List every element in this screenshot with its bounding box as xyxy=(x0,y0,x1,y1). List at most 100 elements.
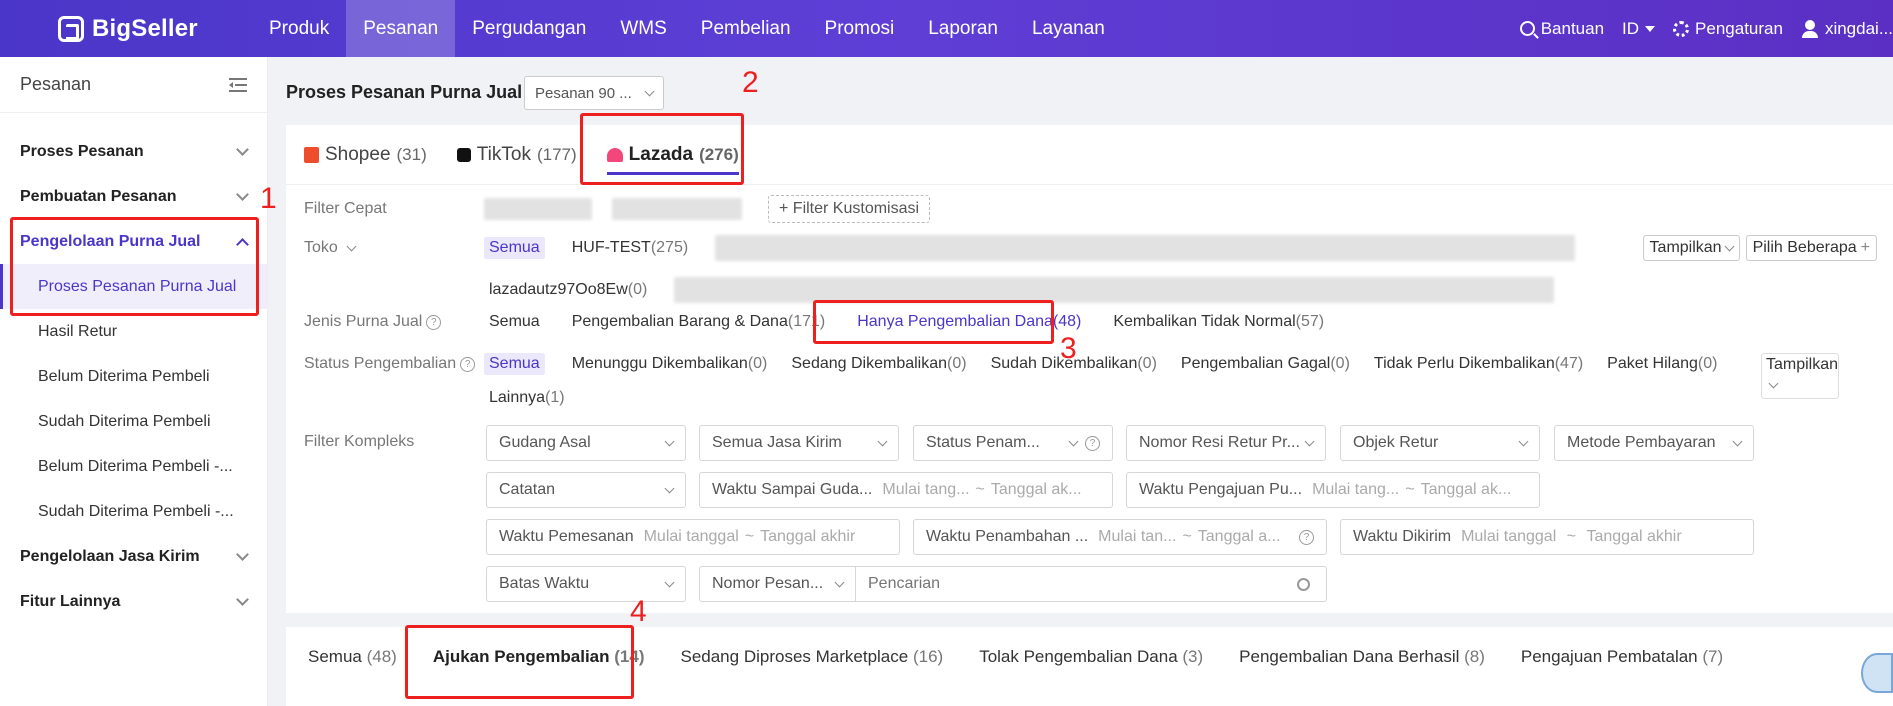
chevron-down-icon xyxy=(236,547,249,561)
status-show-button[interactable]: Tampilkan xyxy=(1761,353,1839,399)
nav-layanan[interactable]: Layanan xyxy=(1015,0,1122,57)
nav-pesanan[interactable]: Pesanan xyxy=(346,0,456,57)
tab-label: TikTok xyxy=(476,143,531,165)
order-time-range[interactable]: Waktu Pemesanan Mulai tanggal ~ Tanggal ak… xyxy=(486,519,900,555)
settings-label: Pengaturan xyxy=(1695,18,1783,38)
status-opt-failed[interactable]: Pengembalian Gagal(0) xyxy=(1176,353,1355,375)
status-tab-all[interactable]: Semua (48) xyxy=(308,647,397,667)
status-opt-other[interactable]: Lainnya(1) xyxy=(484,387,570,409)
store-opt-lazadautz[interactable]: lazadautz97Oo8Ew(0) xyxy=(484,279,652,301)
annotation-number-2: 2 xyxy=(742,66,759,99)
order-time-label: Waktu Pemesanan xyxy=(499,528,634,545)
user-menu[interactable]: xingdai... xyxy=(1801,19,1893,39)
brand-logo[interactable]: BigSeller xyxy=(58,14,198,44)
status-opt-returning[interactable]: Sedang Dikembalikan(0) xyxy=(786,353,971,375)
status-tab-refund-rejected[interactable]: Tolak Pengembalian Dana (3) xyxy=(979,647,1203,667)
sidebar-group-fitur-lainnya[interactable]: Fitur Lainnya xyxy=(0,579,267,624)
deadline-value: Batas Waktu xyxy=(499,575,590,592)
sidebar-item-belum-diterima-2[interactable]: Belum Diterima Pembeli -... xyxy=(0,444,267,489)
nav-laporan[interactable]: Laporan xyxy=(911,0,1015,57)
return-status-row-2: Lainnya(1) xyxy=(484,387,592,409)
chevron-down-icon xyxy=(236,592,249,606)
tab-shopee[interactable]: Shopee (31) xyxy=(304,125,427,185)
warehouse-select[interactable]: Gudang Asal xyxy=(486,425,686,461)
nav-pergudangan[interactable]: Pergudangan xyxy=(455,0,603,57)
status-tab-refund-success[interactable]: Pengembalian Dana Berhasil (8) xyxy=(1239,647,1485,667)
chevron-down-icon xyxy=(664,436,675,446)
arrival-time-range[interactable]: Waktu Sampai Guda... Mulai tang... ~ Tangg… xyxy=(699,472,1113,508)
shipped-time-range[interactable]: Waktu Dikirim Mulai tanggal ~ Tanggal ak… xyxy=(1340,519,1754,555)
range-end: Tanggal a... xyxy=(1197,528,1281,545)
status-tab-processing[interactable]: Sedang Diproses Marketplace (16) xyxy=(680,647,943,667)
help-icon[interactable]: ? xyxy=(460,356,476,372)
receive-status-value: Status Penam... xyxy=(926,434,1040,451)
blurred-quick-filter[interactable] xyxy=(612,198,742,220)
pick-many-button[interactable]: Pilih Beberapa + xyxy=(1745,235,1877,261)
type-opt-abnormal-return[interactable]: Kembalikan Tidak Normal(57) xyxy=(1108,311,1329,333)
sidebar-group-proses-pesanan[interactable]: Proses Pesanan xyxy=(0,129,267,174)
order-search-input[interactable] xyxy=(856,568,1297,600)
annotation-number-4: 4 xyxy=(630,595,647,628)
return-tracking-select[interactable]: Nomor Resi Retur Pr... xyxy=(1126,425,1326,461)
nav-pembelian[interactable]: Pembelian xyxy=(684,0,808,57)
annotation-box-3 xyxy=(813,300,1054,344)
status-opt-waiting[interactable]: Menunggu Dikembalikan(0) xyxy=(567,353,773,375)
nav-promosi[interactable]: Promosi xyxy=(808,0,912,57)
type-opt-all[interactable]: Semua xyxy=(484,311,545,333)
support-avatar[interactable] xyxy=(1861,653,1893,693)
range-start: Mulai tan... xyxy=(1098,528,1177,545)
payment-method-select[interactable]: Metode Pembayaran xyxy=(1554,425,1754,461)
sidebar: Pesanan Proses Pesanan Pembuatan Pesanan… xyxy=(0,57,268,706)
language-select[interactable]: ID xyxy=(1622,19,1656,39)
sidebar-group-jasa-kirim[interactable]: Pengelolaan Jasa Kirim xyxy=(0,534,267,579)
store-show-button[interactable]: Tampilkan xyxy=(1642,235,1740,261)
help-icon[interactable]: ? xyxy=(1299,529,1314,545)
sidebar-item-belum-diterima[interactable]: Belum Diterima Pembeli xyxy=(0,354,267,399)
annotation-box-2 xyxy=(580,113,744,185)
quick-filter-label: Filter Cepat xyxy=(304,200,387,217)
store-opt-huf-test[interactable]: HUF-TEST(275) xyxy=(567,237,693,259)
payment-method-value: Metode Pembayaran xyxy=(1567,434,1716,451)
store-opt-all[interactable]: Semua xyxy=(484,237,545,259)
status-opt-lost[interactable]: Paket Hilang(0) xyxy=(1602,353,1722,375)
range-end: Tanggal ak... xyxy=(1420,481,1512,498)
top-navbar: BigSeller Produk Pesanan Pergudangan WMS… xyxy=(0,0,1893,57)
status-tab-cancel-request[interactable]: Pengajuan Pembatalan (7) xyxy=(1521,647,1723,667)
search-type-value: Nomor Pesan... xyxy=(712,575,824,592)
help-icon[interactable]: ? xyxy=(426,314,442,330)
deadline-select[interactable]: Batas Waktu xyxy=(486,566,686,602)
status-opt-all[interactable]: Semua xyxy=(484,353,545,375)
nav-produk[interactable]: Produk xyxy=(252,0,346,57)
submit-time-range[interactable]: Waktu Pengajuan Pu... Mulai tang... ~ Tang… xyxy=(1126,472,1540,508)
brand-name: BigSeller xyxy=(92,15,198,42)
settings-link[interactable]: Pengaturan xyxy=(1673,19,1783,39)
order-range-select[interactable]: Pesanan 90 ... xyxy=(524,76,664,110)
return-object-value: Objek Retur xyxy=(1353,434,1439,451)
return-object-select[interactable]: Objek Retur xyxy=(1340,425,1540,461)
search-type-select[interactable]: Nomor Pesan... xyxy=(700,567,856,601)
help-icon[interactable]: ? xyxy=(1085,435,1100,451)
tab-tiktok[interactable]: TikTok (177) xyxy=(456,125,577,185)
sidebar-item-sudah-diterima-2[interactable]: Sudah Diterima Pembeli -... xyxy=(0,489,267,534)
courier-value: Semua Jasa Kirim xyxy=(712,434,842,451)
receive-status-select[interactable]: Status Penam... ? xyxy=(913,425,1113,461)
custom-filter-label: Filter Kustomisasi xyxy=(792,200,920,217)
complex-filter-label: Filter Kompleks xyxy=(304,433,415,450)
chevron-down-icon xyxy=(1724,241,1735,251)
type-opt-return-refund[interactable]: Pengembalian Barang & Dana(171) xyxy=(567,311,831,333)
sidebar-group-pembuatan-pesanan[interactable]: Pembuatan Pesanan xyxy=(0,174,267,219)
annotation-number-3: 3 xyxy=(1060,332,1077,365)
nav-wms[interactable]: WMS xyxy=(603,0,683,57)
status-opt-no-return[interactable]: Tidak Perlu Dikembalikan(47) xyxy=(1369,353,1588,375)
added-time-range[interactable]: Waktu Penambahan ... Mulai tan... ~ Tangga… xyxy=(913,519,1327,555)
user-name: xingdai... xyxy=(1824,18,1893,38)
sidebar-item-sudah-diterima[interactable]: Sudah Diterima Pembeli xyxy=(0,399,267,444)
courier-select[interactable]: Semua Jasa Kirim xyxy=(699,425,899,461)
help-link[interactable]: Bantuan xyxy=(1519,19,1604,39)
blurred-quick-filter[interactable] xyxy=(484,198,592,220)
notes-select[interactable]: Catatan xyxy=(486,472,686,508)
search-icon[interactable] xyxy=(1297,577,1310,591)
chevron-down-icon xyxy=(1068,436,1079,446)
collapse-menu-icon[interactable] xyxy=(229,77,247,92)
custom-filter-button[interactable]: + Filter Kustomisasi xyxy=(768,195,931,223)
